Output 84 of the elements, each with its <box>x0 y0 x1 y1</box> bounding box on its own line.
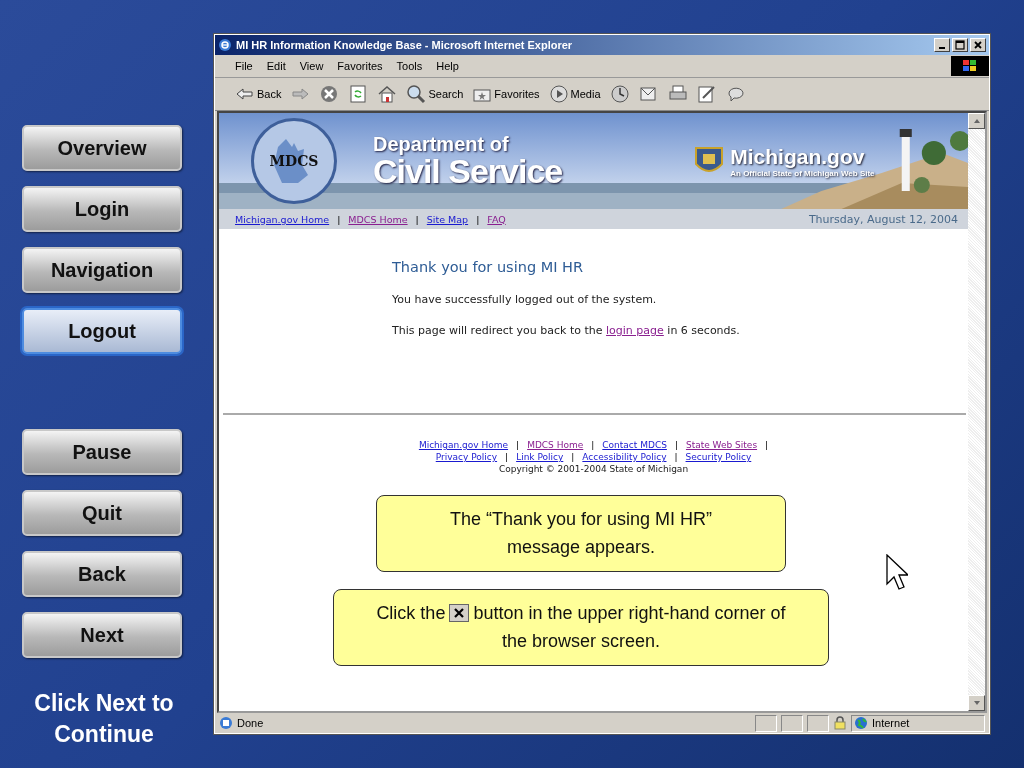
continue-hint: Click Next to Continue <box>34 689 174 749</box>
scroll-down-icon <box>972 699 981 707</box>
mouse-pointer-icon <box>886 554 908 590</box>
redirect-message: This page will redirect you back to the login page in 6 seconds. <box>392 324 741 337</box>
maximize-icon <box>955 40 965 50</box>
status-text: Done <box>237 717 265 729</box>
menu-item[interactable]: Favorites <box>331 58 389 74</box>
lesson-nav-button[interactable]: Navigation <box>22 247 182 293</box>
logout-message: You have successfully logged out of the system. <box>392 293 658 306</box>
link-separator: | <box>415 213 419 225</box>
close-button-icon <box>449 604 470 622</box>
page-heading: Thank you for using MI HR <box>392 259 585 275</box>
page-icon <box>219 716 233 730</box>
menu-item[interactable]: View <box>293 58 330 74</box>
mail-icon <box>638 84 659 104</box>
footer-link[interactable]: Privacy Policy <box>435 451 498 463</box>
search-icon <box>406 84 427 104</box>
link-separator: | <box>476 213 480 225</box>
lesson-nav-button[interactable]: Login <box>22 186 182 232</box>
callout-text: The “Thank you for using MI HR” message appears. <box>449 509 713 557</box>
scroll-up-icon <box>972 117 981 125</box>
search-toolbar-button[interactable]: Search <box>404 83 466 105</box>
login-page-link[interactable]: login page <box>606 324 664 337</box>
home-icon <box>377 84 398 104</box>
link-separator: | <box>591 439 595 451</box>
close-button[interactable] <box>970 38 986 52</box>
footer-link[interactable]: Contact MDCS <box>602 439 667 451</box>
footer-link[interactable]: Accessibility Policy <box>582 451 667 463</box>
player-control-button[interactable]: Quit <box>22 490 182 536</box>
player-control-button[interactable]: Back <box>22 551 182 597</box>
site-link[interactable]: MDCS Home <box>348 213 408 225</box>
media-icon <box>548 84 569 104</box>
minimize-button[interactable] <box>934 38 950 52</box>
menu-item[interactable]: File <box>229 58 259 74</box>
site-link[interactable]: Site Map <box>426 213 469 225</box>
footer-link[interactable]: State Web Sites <box>685 439 758 451</box>
link-separator: | <box>674 439 678 451</box>
link-separator: | <box>765 439 769 451</box>
player-control-button[interactable]: Next <box>22 612 182 658</box>
department-name: Civil Service <box>373 154 563 188</box>
edit-icon <box>696 84 717 104</box>
link-separator: | <box>337 213 341 225</box>
footer-link[interactable]: Michigan.gov Home <box>418 439 509 451</box>
close-icon <box>973 40 983 50</box>
zone-text: Internet <box>872 717 910 729</box>
site-link[interactable]: Michigan.gov Home <box>235 213 330 225</box>
browser-logo-icon <box>218 38 232 52</box>
windows-logo-icon <box>951 56 989 76</box>
link-separator: | <box>571 451 575 463</box>
window-title: MI HR Information Knowledge Base - Microsoft Internet Explorer <box>236 39 574 51</box>
date-text: Thursday, August 12, 2004 <box>808 212 958 226</box>
status-pane <box>755 714 777 732</box>
footer-link[interactable]: Security Policy <box>685 451 752 463</box>
lesson-nav-button[interactable]: Overview <box>22 125 182 171</box>
back-toolbar-button[interactable]: Back <box>233 83 284 105</box>
media-toolbar-button[interactable]: Media <box>546 83 603 105</box>
globe-icon <box>854 716 868 730</box>
footer-link[interactable]: MDCS Home <box>527 439 584 451</box>
site-link[interactable]: FAQ <box>487 213 506 225</box>
footer-link[interactable]: Link Policy <box>516 451 564 463</box>
menu-item[interactable]: Edit <box>260 58 292 74</box>
refresh-icon <box>348 84 369 104</box>
status-pane <box>781 714 803 732</box>
lesson-nav-button[interactable]: Logout <box>22 308 182 354</box>
player-control-button[interactable]: Pause <box>22 429 182 475</box>
portal-tagline: An Official State of Michigan Web Site <box>730 168 875 178</box>
lock-icon <box>833 716 847 730</box>
portal-logo-text: Michigan.gov <box>730 144 866 169</box>
history-icon <box>609 84 630 104</box>
copyright-text: Copyright © 2001-2004 State of Michigan <box>498 463 689 475</box>
callout-text: Click the <box>376 603 446 623</box>
stop-icon <box>319 84 340 104</box>
status-pane <box>807 714 829 732</box>
minimize-icon <box>939 47 945 49</box>
link-separator: | <box>516 439 520 451</box>
callout-text: button in the upper right-hand corner of the browser screen. <box>473 603 786 651</box>
link-separator: | <box>674 451 678 463</box>
menu-item[interactable]: Help <box>430 58 465 74</box>
link-separator: | <box>505 451 509 463</box>
department-name: Department of <box>373 134 510 154</box>
menu-item[interactable]: Tools <box>390 58 429 74</box>
favorites-toolbar-button[interactable]: Favorites <box>470 83 542 105</box>
maximize-button[interactable] <box>952 38 968 52</box>
vertical-scrollbar[interactable] <box>968 113 985 711</box>
